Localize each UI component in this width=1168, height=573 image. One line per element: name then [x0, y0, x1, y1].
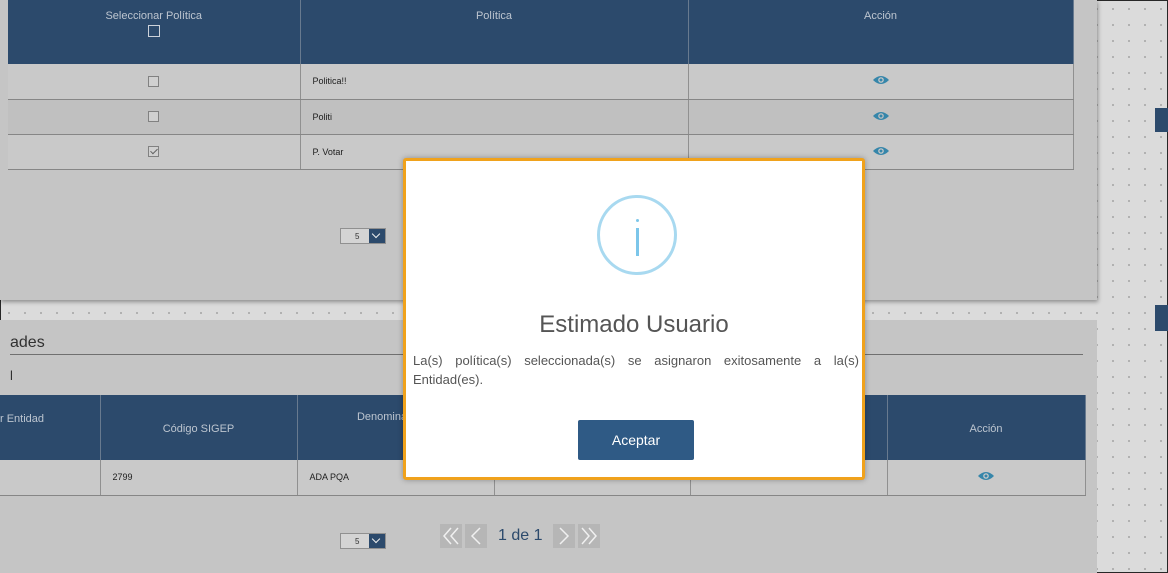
dialog-title: Estimado Usuario — [539, 311, 729, 338]
dialog-message: La(s) política(s) seleccionada(s) se asi… — [413, 353, 859, 387]
alert-dialog: Estimado Usuario La(s) política(s) selec… — [403, 158, 865, 480]
accept-button[interactable]: Aceptar — [578, 420, 694, 460]
info-icon — [597, 195, 677, 275]
